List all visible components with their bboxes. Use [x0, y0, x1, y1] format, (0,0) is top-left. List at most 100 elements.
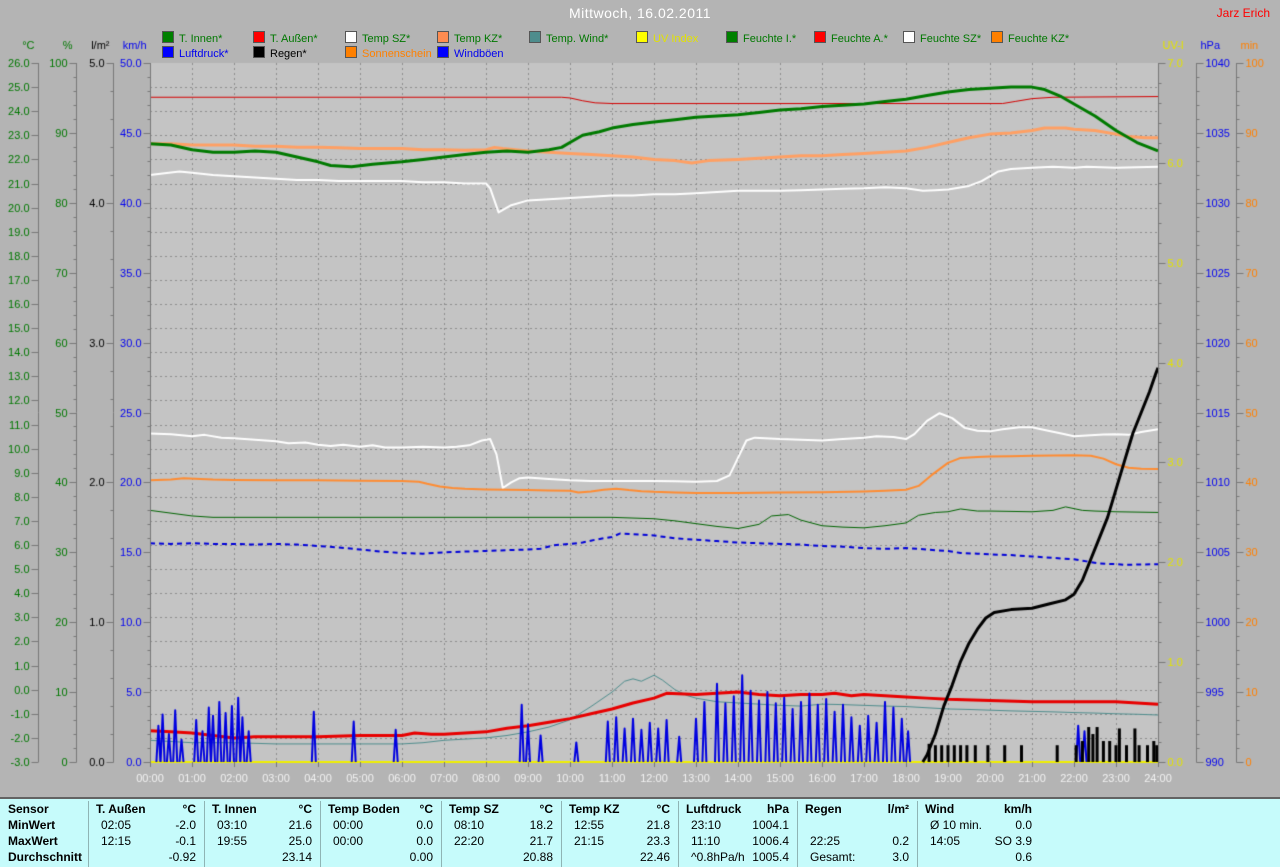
table-cell-row: Regen l/m² [798, 801, 918, 817]
table-cell-right: 1005.4 [752, 850, 789, 864]
legend-item-windb-en[interactable]: Windböen [437, 46, 504, 60]
legend-label: Luftdruck* [179, 48, 229, 60]
legend-label: Feuchte KZ* [1008, 33, 1070, 45]
table-cell-row: Ø 10 min. 0.0 [918, 817, 1041, 833]
table-cell-row: Gesamt: 3.0 [798, 849, 918, 865]
table-cell-left: 12:15 [101, 834, 132, 848]
table-column-regen: Regen l/m² 22:25 0.2 Gesamt: 3.0 [797, 801, 918, 867]
table-cell-row: T. Innen °C [205, 801, 321, 817]
table-column-temp-sz: Temp SZ °C 08:10 18.2 22:20 21.7 20.88 [441, 801, 562, 867]
legend-label: UV Index [653, 33, 699, 45]
table-cell-right: 21.6 [288, 818, 312, 832]
weather-chart-canvas [0, 0, 1280, 797]
legend-item-feuchte-i[interactable]: Feuchte I.* [726, 31, 797, 45]
legend-item-t-au-en[interactable]: T. Außen* [253, 31, 318, 45]
table-cell-row: T. Außen °C [89, 801, 205, 817]
table-cell-right: -0.92 [168, 850, 196, 864]
table-cell-right: 0.0 [1015, 818, 1032, 832]
table-cell-row [798, 817, 918, 833]
legend-item-temp-kz[interactable]: Temp KZ* [437, 31, 502, 45]
table-cell-row: 0.6 [918, 849, 1041, 865]
table-cell-left: 03:10 [217, 818, 248, 832]
table-cell-left: 22:20 [454, 834, 485, 848]
legend-label: T. Außen* [270, 33, 318, 45]
table-row-label: Sensor [8, 802, 49, 816]
legend-label: Temp SZ* [362, 33, 411, 45]
legend-swatch-icon [991, 31, 1003, 43]
legend-label: Windböen [454, 48, 504, 60]
legend-item-regen[interactable]: Regen* [253, 46, 307, 60]
legend-item-uv-index[interactable]: UV Index [636, 31, 699, 45]
table-cell-right: 0.0 [416, 818, 433, 832]
table-cell-left: 02:05 [101, 818, 132, 832]
legend-row-2: Luftdruck* Regen* Sonnenschein Windböen [0, 46, 1280, 60]
legend-item-feuchte-sz[interactable]: Feuchte SZ* [903, 31, 981, 45]
table-cell-right: 22.46 [639, 850, 670, 864]
table-cell-left: 00:00 [333, 834, 364, 848]
table-cell-left: Temp KZ [569, 802, 620, 816]
table-cell-right: °C [656, 802, 670, 816]
legend-item-t-innen[interactable]: T. Innen* [162, 31, 222, 45]
table-cell-right: 20.88 [522, 850, 553, 864]
legend-swatch-icon [726, 31, 738, 43]
page-title: Mittwoch, 16.02.2011 [568, 5, 712, 21]
legend-item-feuchte-kz[interactable]: Feuchte KZ* [991, 31, 1070, 45]
summary-table: Sensor MinWert MaxWert Durchschnitt T. Auße… [0, 797, 1280, 867]
legend-label: Feuchte I.* [743, 33, 797, 45]
table-cell-right: 21.7 [529, 834, 553, 848]
table-cell-right: 18.2 [529, 818, 553, 832]
table-cell-right: °C [182, 802, 196, 816]
table-cell-right: 0.0 [416, 834, 433, 848]
table-cell-row: Temp SZ °C [442, 801, 562, 817]
legend-item-luftdruck[interactable]: Luftdruck* [162, 46, 229, 60]
legend-label: Sonnenschein [362, 48, 432, 60]
table-cell-left: 14:05 [930, 834, 961, 848]
table-cell-left: 19:55 [217, 834, 248, 848]
legend-swatch-icon [529, 31, 541, 43]
table-cell-left: 08:10 [454, 818, 485, 832]
table-row-labels: Sensor MinWert MaxWert Durchschnitt [8, 801, 82, 865]
table-cell-right: 23.3 [646, 834, 670, 848]
table-cell-row: Temp KZ °C [562, 801, 679, 817]
legend-item-feuchte-a[interactable]: Feuchte A.* [814, 31, 888, 45]
table-cell-left: Temp Boden [328, 802, 400, 816]
table-cell-row: 23.14 [205, 849, 321, 865]
table-cell-right: °C [539, 802, 553, 816]
legend-row-1: T. Innen* T. Außen* Temp SZ* Temp KZ* Temp. … [0, 31, 1280, 45]
table-cell-left: Wind [925, 802, 955, 816]
table-cell-right: SO 3.9 [994, 834, 1032, 848]
table-cell-left: 12:55 [574, 818, 605, 832]
table-cell-right: 23.14 [281, 850, 312, 864]
table-cell-right: 0.2 [892, 834, 909, 848]
table-cell-row: 02:05 -2.0 [89, 817, 205, 833]
table-cell-row: 08:10 18.2 [442, 817, 562, 833]
legend-item-temp-wind[interactable]: Temp. Wind* [529, 31, 608, 45]
table-cell-row: 14:05 SO 3.9 [918, 833, 1041, 849]
legend-swatch-icon [162, 46, 174, 58]
legend-label: Regen* [270, 48, 307, 60]
table-column-wind: Wind km/h Ø 10 min. 0.0 14:05 SO 3.9 0.6 [917, 801, 1041, 867]
legend-swatch-icon [437, 31, 449, 43]
legend-item-sonnenschein[interactable]: Sonnenschein [345, 46, 432, 60]
table-cell-row: 22:20 21.7 [442, 833, 562, 849]
table-row-label: MinWert [8, 818, 56, 832]
table-cell-right: hPa [766, 802, 789, 816]
table-cell-row: Temp Boden °C [321, 801, 442, 817]
table-cell-row: 11:10 1006.4 [679, 833, 798, 849]
table-cell-left: 00:00 [333, 818, 364, 832]
table-cell-right: 1006.4 [752, 834, 789, 848]
table-cell-row: Wind km/h [918, 801, 1041, 817]
table-cell-left: T. Außen [96, 802, 146, 816]
table-cell-row: 19:55 25.0 [205, 833, 321, 849]
table-cell-right: 25.0 [288, 834, 312, 848]
legend-item-temp-sz[interactable]: Temp SZ* [345, 31, 411, 45]
table-cell-row: 00:00 0.0 [321, 833, 442, 849]
table-cell-row: 03:10 21.6 [205, 817, 321, 833]
table-cell-right: 0.00 [409, 850, 433, 864]
table-cell-row: 12:15 -0.1 [89, 833, 205, 849]
table-cell-row: 20.88 [442, 849, 562, 865]
title-bar: Mittwoch, 16.02.2011 Jarz Erich [0, 0, 1280, 24]
legend-swatch-icon [162, 31, 174, 43]
table-cell-right: °C [298, 802, 312, 816]
table-cell-left: Regen [805, 802, 842, 816]
